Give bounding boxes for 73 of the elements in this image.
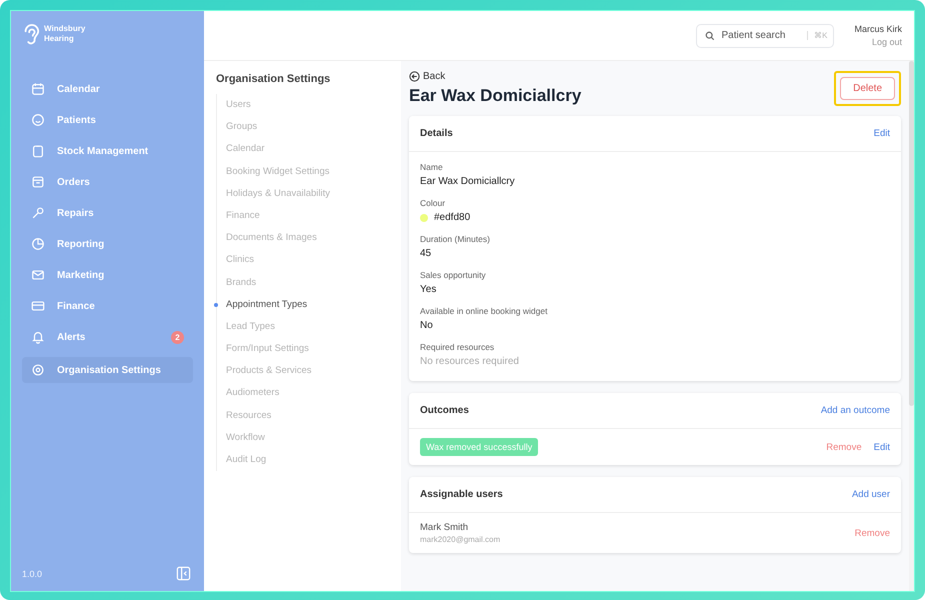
field-label: Sales opportunity <box>420 270 487 280</box>
settings-nav-item[interactable]: Calendar <box>217 138 389 161</box>
alert-count-badge: 2 <box>171 330 184 344</box>
sidebar-item[interactable]: Orders <box>22 171 193 193</box>
settings-nav-item[interactable]: Documents & Images <box>217 227 389 250</box>
sidebar-item[interactable]: Calendar <box>22 78 193 100</box>
settings-nav-item[interactable]: Users <box>217 94 389 116</box>
sidebar-item[interactable]: Patients <box>22 109 193 131</box>
settings-nav-item[interactable]: Audiometers <box>217 382 389 405</box>
page-title: Ear Wax Domiciallcry <box>409 86 582 106</box>
settings-nav-title: Organisation Settings <box>216 73 332 85</box>
ear-icon <box>22 22 40 46</box>
user-email: mark2020@gmail.com <box>420 535 500 544</box>
settings-nav-item[interactable]: Holidays & Unavailability <box>217 182 389 205</box>
user-name: Marcus Kirk <box>854 24 902 34</box>
card-icon <box>31 299 45 313</box>
add-user-link[interactable]: Add user <box>852 489 890 500</box>
delete-button[interactable]: Delete <box>840 77 895 100</box>
settings-nav-item[interactable]: Products & Services <box>217 360 389 382</box>
field-value: No resources required <box>420 356 520 367</box>
sidebar-item[interactable]: Stock Management <box>22 140 193 162</box>
settings-nav-item[interactable]: Brands <box>217 272 389 294</box>
user-name: Mark Smith <box>420 522 470 533</box>
edit-link[interactable]: Edit <box>874 442 890 452</box>
sidebar-item[interactable]: Marketing <box>22 264 193 286</box>
field-label: Duration (Minutes) <box>420 234 491 244</box>
settings-nav-item[interactable]: Form/Input Settings <box>217 338 389 360</box>
field-label: Colour <box>420 198 446 208</box>
settings-nav-item[interactable]: Finance <box>217 204 389 228</box>
field-label: Available in online booking widget <box>420 306 548 316</box>
edit-link[interactable]: Edit <box>874 128 890 139</box>
settings-nav-item[interactable]: Booking Widget Settings <box>217 160 389 183</box>
box-icon <box>31 175 45 189</box>
settings-nav-item[interactable]: Lead Types <box>217 316 389 338</box>
field-label: Required resources <box>420 342 496 352</box>
sidebar-item[interactable]: Finance <box>22 295 193 317</box>
search-icon <box>705 30 716 40</box>
outcome-tag: Wax removed successfully <box>420 438 538 456</box>
sidebar-item[interactable]: Alerts 2 <box>22 326 193 348</box>
collapse-sidebar-icon[interactable] <box>176 566 191 581</box>
field-label: Name <box>420 162 444 172</box>
field-value: #edfd80 <box>434 212 470 223</box>
card-title: Outcomes <box>420 405 469 416</box>
settings-nav-item[interactable]: Workflow <box>217 426 389 449</box>
remove-link[interactable]: Remove <box>854 528 890 538</box>
face-icon <box>31 113 45 127</box>
logout-link[interactable]: Log out <box>872 37 902 47</box>
version-label: 1.0.0 <box>22 568 42 578</box>
mail-icon <box>31 268 45 282</box>
gear-icon <box>31 363 45 377</box>
sidebar-item[interactable]: Repairs <box>22 202 193 224</box>
settings-nav-item[interactable]: Resources <box>217 404 389 427</box>
sidebar-item[interactable]: Organisation Settings <box>22 357 193 383</box>
sidebar-item[interactable]: Reporting <box>22 233 193 255</box>
back-arrow-icon <box>409 71 420 82</box>
field-value: No <box>420 320 434 331</box>
field-value: 45 <box>420 248 432 259</box>
back-link[interactable]: Back <box>409 71 582 82</box>
settings-nav-item[interactable]: Audit Log <box>217 449 389 472</box>
bell-icon <box>31 330 45 344</box>
card-title: Details <box>420 128 453 139</box>
settings-nav-item[interactable]: Appointment Types <box>217 294 389 316</box>
field-value: Ear Wax Domiciallcry <box>420 176 516 187</box>
field-value: Yes <box>420 284 438 295</box>
card-title: Assignable users <box>420 489 503 500</box>
settings-nav-item[interactable]: Clinics <box>217 249 389 272</box>
remove-link[interactable]: Remove <box>826 442 862 452</box>
calendar-icon <box>31 82 45 96</box>
add-outcome-link[interactable]: Add an outcome <box>820 405 890 416</box>
settings-nav-item[interactable]: Groups <box>217 116 389 138</box>
pie-icon <box>31 237 45 251</box>
brand-name: Windsbury Hearing <box>44 24 86 44</box>
shortcut-hint: ⌘K <box>807 30 828 40</box>
